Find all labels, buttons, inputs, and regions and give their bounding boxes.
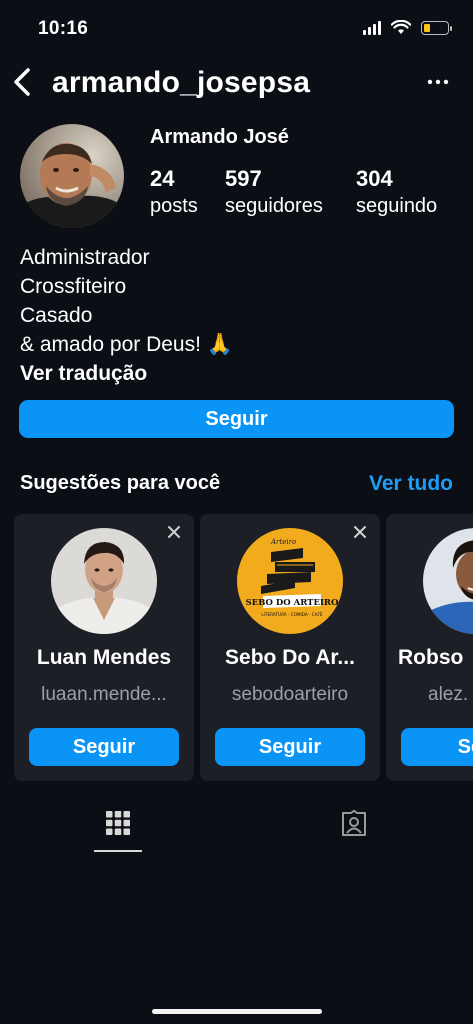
following-stat[interactable]: 304 seguindo <box>356 166 437 220</box>
grid-icon <box>106 811 130 835</box>
logo-top-text: Arteiro <box>270 538 296 546</box>
suggestion-handle: luaan.mende... <box>41 684 167 705</box>
logo-title-text: SEBO DO ARTEIRO <box>246 598 339 608</box>
see-all-link[interactable]: Ver tudo <box>369 472 453 496</box>
home-indicator[interactable] <box>152 1009 322 1014</box>
profile-avatar[interactable] <box>20 124 124 228</box>
bio-line: Administrador <box>20 246 150 269</box>
suggestion-photo <box>51 528 157 634</box>
tagged-icon <box>342 810 366 836</box>
posts-stat[interactable]: 24 posts <box>150 166 198 220</box>
see-translation-link[interactable]: Ver tradução <box>20 359 233 388</box>
profile-bio: Administrador Crossfiteiro Casado & amad… <box>20 243 233 388</box>
status-bar: 10:16 <box>0 0 473 58</box>
profile-header: armando_josepsa <box>0 58 473 108</box>
bio-line: Crossfiteiro <box>20 275 127 298</box>
followers-count: 597 <box>225 166 262 191</box>
suggestion-name[interactable]: Robso <box>386 646 473 670</box>
bio-line: & amado por Deus! 🙏 <box>20 333 233 356</box>
suggestion-avatar[interactable] <box>423 528 473 634</box>
more-options-button[interactable] <box>425 68 451 96</box>
followers-label: seguidores <box>225 195 323 217</box>
suggestion-avatar[interactable] <box>51 528 157 634</box>
profile-photo <box>20 124 124 228</box>
suggestions-carousel[interactable]: Luan Mendes luaan.mende... Seguir Arteir… <box>0 514 473 782</box>
header-username: armando_josepsa <box>52 66 311 99</box>
suggestions-title: Sugestões para você <box>20 472 221 494</box>
suggestion-follow-button[interactable]: Seguir <box>29 728 179 766</box>
suggestion-follow-button[interactable]: Seg <box>401 728 473 766</box>
more-icon <box>427 79 449 85</box>
suggestion-name[interactable]: Luan Mendes <box>14 646 194 670</box>
logo-subtitle-text: LITERATURA · COMIDA · CAFÉ <box>261 612 323 617</box>
suggestion-handle: alez. <box>428 684 469 705</box>
back-icon <box>14 68 30 96</box>
suggestion-card[interactable]: Luan Mendes luaan.mende... Seguir <box>14 514 194 781</box>
close-icon[interactable] <box>166 524 182 540</box>
suggestion-card[interactable]: Robso alez. Seg <box>386 514 473 781</box>
close-icon[interactable] <box>352 524 368 540</box>
suggestion-avatar[interactable]: Arteiro SEBO DO ARTEIRO LITERATURA · COM… <box>237 528 343 634</box>
profile-display-name: Armando José <box>150 126 289 148</box>
status-time: 10:16 <box>38 18 89 39</box>
suggestion-follow-button[interactable]: Seguir <box>215 728 365 766</box>
sebo-logo: Arteiro SEBO DO ARTEIRO LITERATURA · COM… <box>237 528 343 634</box>
posts-count: 24 <box>150 166 175 191</box>
active-tab-indicator <box>94 850 142 852</box>
suggestion-name[interactable]: Sebo Do Ar... <box>200 646 380 670</box>
battery-icon <box>421 20 452 35</box>
status-icons <box>363 20 452 35</box>
follow-button[interactable]: Seguir <box>19 400 454 438</box>
following-label: seguindo <box>356 195 438 217</box>
suggestion-photo <box>423 528 473 634</box>
suggestion-handle: sebodoarteiro <box>231 684 349 705</box>
posts-label: posts <box>150 195 198 217</box>
bio-line: Casado <box>20 304 93 327</box>
wifi-icon <box>391 20 411 34</box>
tab-posts-grid[interactable] <box>94 810 142 852</box>
tab-tagged[interactable] <box>330 810 378 852</box>
back-button[interactable] <box>8 64 36 100</box>
suggestion-card[interactable]: Arteiro SEBO DO ARTEIRO LITERATURA · COM… <box>200 514 380 781</box>
followers-stat[interactable]: 597 seguidores <box>225 166 323 220</box>
signal-icon <box>363 20 381 35</box>
following-count: 304 <box>356 166 393 191</box>
